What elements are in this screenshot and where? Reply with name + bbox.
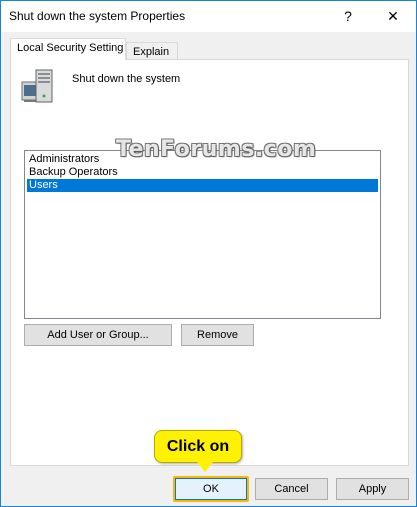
local-security-setting-panel: Shut down the system Administrators Back… [10, 59, 409, 466]
window-title: Shut down the system Properties [9, 9, 186, 23]
list-item[interactable]: Backup Operators [27, 166, 378, 179]
apply-button[interactable]: Apply [336, 478, 409, 500]
properties-dialog: Shut down the system Properties ? ✕ Loca… [0, 0, 417, 507]
remove-button[interactable]: Remove [181, 324, 254, 346]
close-button[interactable]: ✕ [371, 1, 415, 32]
help-button[interactable]: ? [328, 1, 368, 32]
tab-local-security-setting[interactable]: Local Security Setting [10, 38, 126, 60]
add-user-or-group-button[interactable]: Add User or Group... [24, 324, 172, 346]
tab-explain[interactable]: Explain [126, 42, 178, 60]
cancel-button[interactable]: Cancel [255, 478, 328, 500]
server-computer-icon [21, 69, 53, 103]
ok-button[interactable]: OK [173, 476, 249, 502]
list-item-selected[interactable]: Users [27, 179, 378, 192]
members-listbox[interactable]: Administrators Backup Operators Users [24, 150, 381, 319]
policy-name: Shut down the system [72, 73, 181, 85]
title-bar: Shut down the system Properties ? ✕ [1, 1, 416, 32]
callout-pointer [197, 462, 213, 472]
list-item[interactable]: Administrators [27, 153, 378, 166]
click-callout: Click on [154, 430, 242, 463]
